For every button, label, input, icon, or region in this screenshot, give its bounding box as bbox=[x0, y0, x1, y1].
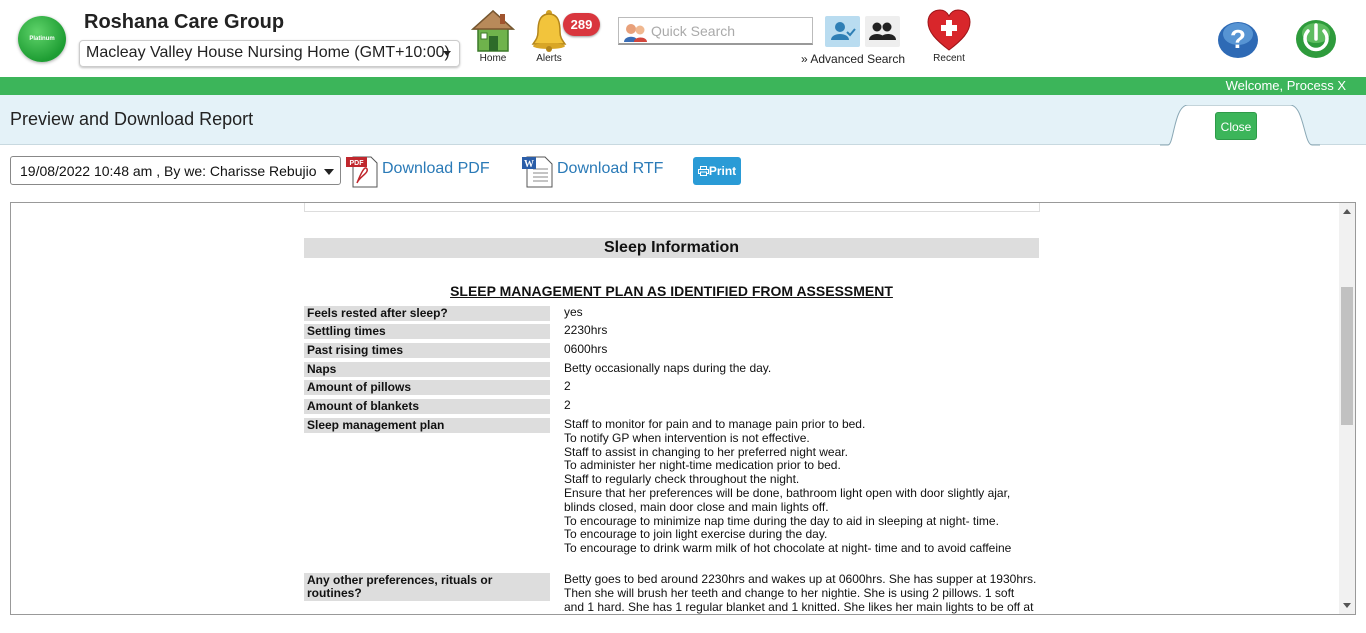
row-label: Sleep management plan bbox=[304, 418, 550, 433]
section-heading: Sleep Information bbox=[304, 238, 1039, 258]
alerts-count-badge: 289 bbox=[563, 13, 600, 36]
row-value: Betty occasionally naps during the day. bbox=[564, 361, 772, 375]
page-title: Preview and Download Report bbox=[10, 109, 254, 129]
plan-line: Staff to regularly check throughout the … bbox=[564, 472, 800, 487]
report-toolbar: 19/08/2022 10:48 am , By we: Charisse Re… bbox=[0, 150, 1366, 195]
welcome-text: Welcome, Process X bbox=[1225, 78, 1346, 93]
welcome-bar: Welcome, Process X bbox=[0, 77, 1366, 95]
plan-line: To encourage to drink warm milk of hot c… bbox=[564, 541, 1012, 556]
chevron-down-icon bbox=[443, 51, 451, 56]
facility-select-value: Macleay Valley House Nursing Home (GMT+1… bbox=[86, 44, 450, 61]
row-label: Any other preferences, rituals or routin… bbox=[304, 573, 550, 601]
print-button[interactable]: Print bbox=[693, 157, 741, 185]
recent-label: Recent bbox=[933, 53, 965, 64]
advanced-search-link[interactable]: » Advanced Search bbox=[801, 52, 905, 66]
quick-search-input[interactable] bbox=[651, 22, 809, 40]
facility-select[interactable]: Macleay Valley House Nursing Home (GMT+1… bbox=[79, 40, 460, 67]
previous-section-box bbox=[304, 203, 1040, 212]
pdf-icon-text: PDF bbox=[350, 160, 365, 167]
sleep-plan-text: Staff to monitor for pain and to manage … bbox=[564, 417, 1044, 556]
word-file-icon: W bbox=[522, 156, 553, 188]
logo-text: Platinum bbox=[29, 36, 55, 42]
home-icon bbox=[471, 9, 515, 52]
alerts-label: Alerts bbox=[536, 53, 562, 64]
preferences-line: and 1 hard. She has 1 regular blanket an… bbox=[564, 599, 1034, 614]
preferences-text: Betty goes to bed around 2230hrs and wak… bbox=[564, 572, 1044, 614]
row-label: Naps bbox=[304, 362, 550, 377]
resident-search-button[interactable] bbox=[825, 16, 860, 47]
chevron-down-icon bbox=[324, 169, 334, 175]
preferences-line: Betty goes to bed around 2230hrs and wak… bbox=[564, 572, 1037, 586]
quick-search-box[interactable] bbox=[618, 17, 813, 45]
row-value: yes bbox=[564, 305, 583, 319]
scrollbar-thumb[interactable] bbox=[1341, 287, 1353, 425]
svg-text:?: ? bbox=[1230, 24, 1246, 54]
row-label: Past rising times bbox=[304, 343, 550, 358]
scroll-up-icon[interactable] bbox=[1343, 209, 1351, 214]
plan-line: Staff to assist in changing to her prefe… bbox=[564, 444, 848, 459]
vertical-scrollbar[interactable] bbox=[1339, 203, 1355, 614]
plan-line: To notify GP when intervention is not ef… bbox=[564, 430, 810, 445]
download-rtf-label: Download RTF bbox=[557, 160, 664, 177]
download-pdf-button[interactable]: PDF Download PDF bbox=[345, 155, 493, 189]
pdf-file-icon: PDF bbox=[346, 156, 378, 188]
scroll-down-icon[interactable] bbox=[1343, 603, 1351, 608]
printer-icon bbox=[697, 166, 709, 176]
people-search-icon bbox=[624, 24, 647, 42]
power-icon bbox=[1296, 20, 1336, 58]
row-value: 0600hrs bbox=[564, 342, 608, 356]
svg-text:W: W bbox=[524, 159, 534, 170]
row-label: Amount of pillows bbox=[304, 380, 550, 395]
report-version-select[interactable]: 19/08/2022 10:48 am , By we: Charisse Re… bbox=[10, 156, 341, 185]
row-label: Feels rested after sleep? bbox=[304, 306, 550, 321]
home-label: Home bbox=[479, 53, 507, 64]
row-value: 2 bbox=[564, 379, 571, 393]
recent-button[interactable]: Recent bbox=[924, 8, 974, 68]
plan-heading: SLEEP MANAGEMENT PLAN AS IDENTIFIED FROM… bbox=[450, 283, 893, 299]
download-rtf-button[interactable]: W Download RTF bbox=[521, 155, 666, 189]
preferences-line: Then she will brush her teeth and change… bbox=[564, 585, 1015, 600]
home-button[interactable]: Home bbox=[469, 8, 517, 68]
plan-line: Ensure that her preferences will be done… bbox=[564, 485, 1011, 500]
medical-heart-icon bbox=[927, 9, 971, 51]
user-check-icon bbox=[831, 22, 856, 40]
print-label: Print bbox=[708, 164, 737, 178]
bell-icon bbox=[531, 10, 567, 52]
organization-name: Roshana Care Group bbox=[84, 11, 285, 33]
logout-button[interactable] bbox=[1294, 14, 1338, 60]
row-value: 2230hrs bbox=[564, 323, 608, 337]
row-label: Settling times bbox=[304, 324, 550, 339]
users-icon bbox=[869, 22, 896, 40]
help-icon: ? bbox=[1218, 22, 1258, 58]
plan-line: Staff to monitor for pain and to manage … bbox=[564, 417, 866, 431]
plan-line: To encourage to join light exercise duri… bbox=[564, 527, 828, 542]
top-header: Platinum Roshana Care Group Macleay Vall… bbox=[0, 0, 1366, 77]
report-version-value: 19/08/2022 10:48 am , By we: Charisse Re… bbox=[20, 163, 317, 179]
platinum-logo[interactable]: Platinum bbox=[18, 16, 66, 62]
staff-search-button[interactable] bbox=[865, 16, 900, 47]
report-preview[interactable]: Sleep Information SLEEP MANAGEMENT PLAN … bbox=[10, 202, 1356, 615]
close-button[interactable]: Close bbox=[1215, 112, 1257, 140]
row-value: 2 bbox=[564, 398, 571, 412]
chevrons-right-icon: » bbox=[801, 52, 808, 66]
row-label: Amount of blankets bbox=[304, 399, 550, 414]
download-pdf-label: Download PDF bbox=[382, 160, 490, 177]
plan-line: To administer her night-time medication … bbox=[564, 458, 841, 473]
help-button[interactable]: ? bbox=[1216, 16, 1260, 60]
plan-line: blinds closed, main door close and main … bbox=[564, 499, 829, 514]
advanced-search-label: Advanced Search bbox=[810, 52, 906, 66]
row-label-line: routines? bbox=[307, 586, 362, 600]
plan-line: To encourage to minimize nap time during… bbox=[564, 513, 999, 528]
page-title-bar: Preview and Download Report Close bbox=[0, 95, 1366, 146]
